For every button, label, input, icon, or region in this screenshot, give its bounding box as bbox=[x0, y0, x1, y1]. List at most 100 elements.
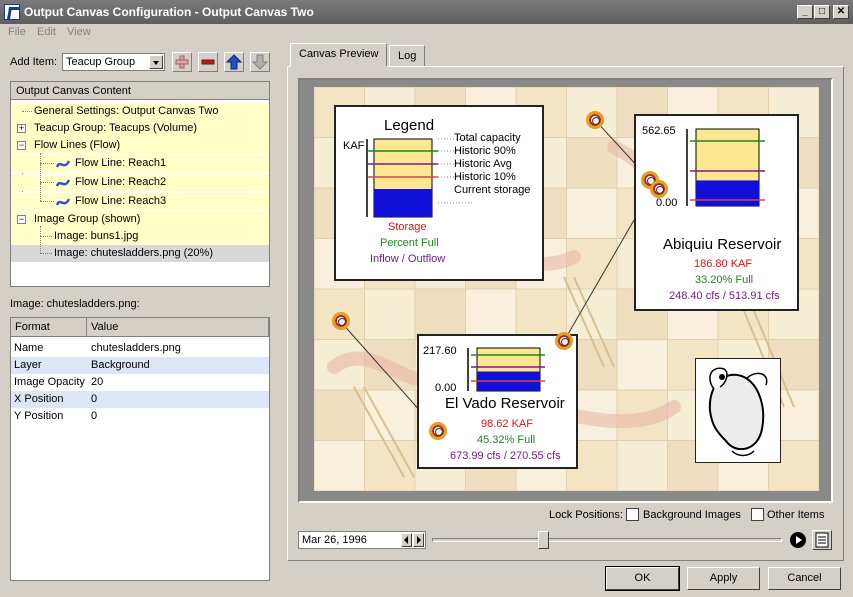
add-button[interactable] bbox=[172, 52, 192, 72]
reservoir-percent: 33.20% Full bbox=[695, 274, 754, 286]
collapse-icon[interactable]: − bbox=[17, 141, 26, 150]
other-items-label[interactable]: Other Items bbox=[767, 509, 824, 521]
background-images-label[interactable]: Background Images bbox=[643, 509, 741, 521]
date-prev-button[interactable] bbox=[401, 533, 412, 547]
legend-historic-avg: Historic Avg bbox=[454, 158, 512, 170]
tree-item-label: Image Group (shown) bbox=[34, 213, 141, 225]
reservoir-el-vado[interactable]: 217.60 0.00 El Vado Reservoir 98.62 KAF … bbox=[417, 334, 578, 469]
legend-box[interactable]: Legend KAF Total capacity Historic 90% H… bbox=[334, 105, 544, 281]
column-header-format[interactable]: Format bbox=[11, 318, 87, 337]
document-icon bbox=[815, 532, 829, 548]
table-row[interactable]: X Position 0 bbox=[11, 391, 269, 408]
move-up-button[interactable] bbox=[224, 52, 244, 72]
reservoir-name: El Vado Reservoir bbox=[445, 395, 565, 412]
tree-item-teacup-group[interactable]: + Teacup Group: Teacups (Volume) bbox=[11, 120, 269, 137]
reservoir-max-label: 562.65 bbox=[642, 125, 676, 137]
legend-historic-10: Historic 10% bbox=[454, 171, 516, 183]
menu-view[interactable]: View bbox=[67, 26, 91, 38]
node-marker[interactable] bbox=[555, 332, 573, 350]
timeline-slider-track[interactable] bbox=[432, 538, 782, 542]
ok-button[interactable]: OK bbox=[605, 566, 680, 591]
tree-item-image-chutesladders[interactable]: Image: chutesladders.png (20%) bbox=[11, 235, 269, 262]
reservoir-flow: 673.99 cfs / 270.55 cfs bbox=[450, 450, 561, 462]
tree-branch bbox=[40, 164, 41, 182]
background-images-checkbox[interactable] bbox=[626, 508, 639, 521]
reservoir-min-label: 0.00 bbox=[656, 197, 678, 209]
tab-canvas-preview[interactable]: Canvas Preview bbox=[290, 43, 388, 67]
reservoir-teacup bbox=[467, 347, 545, 392]
tree-item-label: General Settings: Output Canvas Two bbox=[34, 105, 219, 117]
reservoir-storage: 98.62 KAF bbox=[481, 418, 533, 430]
tree-item-image-group[interactable]: − Image Group (shown) bbox=[11, 211, 269, 228]
content-panel-header: Output Canvas Content bbox=[11, 82, 269, 100]
play-icon[interactable] bbox=[789, 531, 807, 549]
maximize-button[interactable]: □ bbox=[814, 5, 830, 19]
table-row[interactable]: Y Position 0 bbox=[11, 408, 269, 425]
move-down-button[interactable] bbox=[250, 52, 270, 72]
tab-log[interactable]: Log bbox=[389, 45, 426, 67]
date-next-button[interactable] bbox=[413, 533, 424, 547]
node-marker[interactable] bbox=[429, 422, 447, 440]
tree-branch bbox=[40, 253, 52, 254]
legend-percent-full: Percent Full bbox=[380, 237, 439, 249]
menu-edit[interactable]: Edit bbox=[37, 26, 56, 38]
add-item-label: Add Item: bbox=[10, 56, 58, 68]
node-marker[interactable] bbox=[650, 180, 668, 198]
tree-branch bbox=[40, 182, 54, 183]
tree-item-label: Flow Line: Reach2 bbox=[75, 176, 167, 188]
tree-item-label: Flow Line: Reach1 bbox=[75, 157, 167, 169]
tree-branch bbox=[40, 163, 54, 164]
image-buns[interactable] bbox=[695, 358, 781, 463]
arrow-down-icon bbox=[251, 54, 269, 70]
table-row[interactable]: Image Opacity 20 bbox=[11, 374, 269, 391]
legend-historic-90: Historic 90% bbox=[454, 145, 516, 157]
property-value[interactable]: chutesladders.png bbox=[91, 342, 181, 354]
tree-item-flow-line-reach2[interactable]: Flow Line: Reach2 bbox=[11, 164, 269, 191]
reservoir-min-label: 0.00 bbox=[435, 382, 457, 394]
bunny-icon bbox=[708, 367, 768, 457]
property-value[interactable]: Background bbox=[91, 359, 150, 371]
date-value[interactable]: Mar 26, 1996 bbox=[302, 534, 367, 546]
property-name: Image Opacity bbox=[14, 376, 85, 388]
property-value[interactable]: 20 bbox=[91, 376, 103, 388]
column-header-value[interactable]: Value bbox=[87, 318, 269, 337]
cancel-button[interactable]: Cancel bbox=[768, 567, 841, 590]
chevron-down-icon[interactable] bbox=[149, 55, 163, 69]
apply-button[interactable]: Apply bbox=[687, 567, 760, 590]
table-row[interactable]: Name chutesladders.png bbox=[11, 340, 269, 357]
tree-item-flow-lines[interactable]: − Flow Lines (Flow) bbox=[11, 137, 269, 154]
remove-button[interactable] bbox=[198, 52, 218, 72]
menu-file[interactable]: File bbox=[8, 26, 26, 38]
expand-icon[interactable]: + bbox=[17, 124, 26, 133]
node-marker[interactable] bbox=[586, 111, 604, 129]
minus-icon bbox=[201, 59, 215, 65]
report-button[interactable] bbox=[812, 530, 832, 550]
property-value[interactable]: 0 bbox=[91, 393, 97, 405]
output-canvas-content-panel: Output Canvas Content General Settings: … bbox=[10, 81, 270, 287]
reservoir-abiquiu[interactable]: 562.65 0.00 Abiquiu Reservoir 186.80 KAF… bbox=[634, 114, 799, 311]
reservoir-teacup bbox=[686, 128, 765, 207]
close-button[interactable]: ✕ bbox=[833, 5, 849, 19]
collapse-icon[interactable]: − bbox=[17, 215, 26, 224]
reservoir-flow: 248.40 cfs / 513.91 cfs bbox=[669, 290, 780, 302]
table-row[interactable]: Layer Background bbox=[11, 357, 269, 374]
minimize-button[interactable]: _ bbox=[797, 5, 813, 19]
canvas-preview[interactable]: Legend KAF Total capacity Historic 90% H… bbox=[314, 87, 819, 491]
legend-total-capacity: Total capacity bbox=[454, 132, 521, 144]
add-item-dropdown[interactable]: Teacup Group bbox=[62, 53, 165, 71]
legend-title: Legend bbox=[384, 117, 435, 134]
other-items-checkbox[interactable] bbox=[751, 508, 764, 521]
chevron-left-icon bbox=[404, 536, 408, 544]
property-value[interactable]: 0 bbox=[91, 410, 97, 422]
tree-item-general-settings[interactable]: General Settings: Output Canvas Two bbox=[11, 103, 269, 120]
node-marker[interactable] bbox=[332, 312, 350, 330]
legend-current-storage: Current storage bbox=[454, 184, 531, 196]
tree-item-flow-line-reach3[interactable]: Flow Line: Reach3 bbox=[11, 183, 269, 210]
tree-item-image-buns[interactable]: Image: buns1.jpg bbox=[11, 226, 269, 245]
date-field[interactable]: Mar 26, 1996 bbox=[298, 531, 426, 549]
property-name: Y Position bbox=[14, 410, 64, 422]
tree-item-flow-line-reach1[interactable]: Flow Line: Reach1 bbox=[11, 153, 269, 172]
reservoir-max-label: 217.60 bbox=[423, 345, 457, 357]
tree-branch bbox=[40, 236, 52, 237]
timeline-slider-thumb[interactable] bbox=[538, 531, 549, 549]
